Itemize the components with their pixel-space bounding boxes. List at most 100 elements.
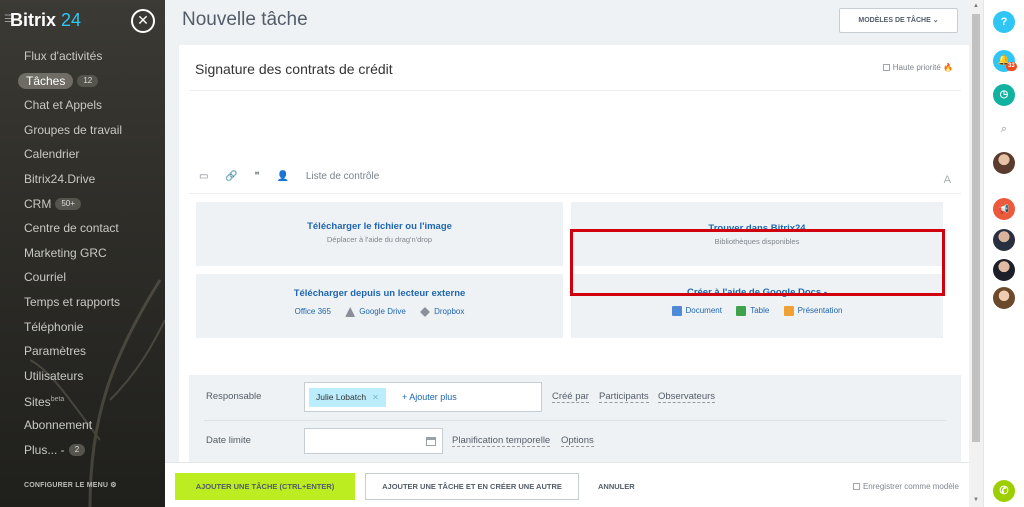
- sidebar-item[interactable]: Temps et rapports: [0, 290, 165, 315]
- deadline-label: Date limite: [206, 435, 251, 446]
- task-title-input[interactable]: Signature des contrats de crédit: [195, 61, 393, 77]
- quote-icon[interactable]: ❞: [254, 171, 259, 182]
- divider: [189, 193, 961, 194]
- count-badge: 2: [68, 444, 86, 457]
- sidebar-item[interactable]: Plus... -2: [0, 438, 165, 463]
- remove-icon[interactable]: ✕: [372, 393, 379, 402]
- close-slider-button[interactable]: ✕: [131, 9, 155, 33]
- observers-link[interactable]: Observateurs: [658, 391, 716, 403]
- cancel-button[interactable]: ANNULER: [598, 482, 635, 491]
- office365-link[interactable]: Office 365: [295, 307, 331, 316]
- task-properties-form: Responsable Julie Lobatch ✕ + Ajouter plu…: [189, 375, 961, 465]
- file-icon[interactable]: ▭: [199, 171, 208, 182]
- action-footer: AJOUTER UNE TÂCHE (CTRL+ENTER) AJOUTER U…: [165, 462, 983, 507]
- sidebar-item[interactable]: Calendrier: [0, 142, 165, 167]
- right-rail: ? 🔔 33 ◷ ⌕ 📢 ✆: [983, 0, 1024, 507]
- sidebar-item[interactable]: Utilisateurs: [0, 364, 165, 389]
- notification-count-badge: 33: [1006, 62, 1017, 71]
- sidebar-item[interactable]: Centre de contact: [0, 216, 165, 241]
- scrollbar[interactable]: ▲ ▼: [969, 0, 983, 507]
- count-badge: 12: [77, 75, 99, 88]
- google-drive-icon: [345, 307, 356, 317]
- divider: [189, 90, 961, 91]
- avatar[interactable]: [993, 287, 1015, 309]
- phone-icon[interactable]: ✆: [993, 480, 1015, 502]
- flame-icon: 🔥: [943, 63, 953, 72]
- link-icon[interactable]: 🔗: [225, 171, 237, 182]
- sidebar-menu: Flux d'activités Tâches 12 Chat et Appels Gr…: [0, 44, 165, 462]
- configure-menu-link[interactable]: CONFIGURER LE MENU ⚙: [24, 481, 117, 489]
- sidebar-item-label: Marketing GRC: [24, 245, 107, 260]
- scroll-down-arrow-icon[interactable]: ▼: [973, 497, 979, 503]
- count-badge: 50+: [55, 198, 81, 211]
- avatar[interactable]: [993, 259, 1015, 281]
- avatar[interactable]: [993, 229, 1015, 251]
- clock-icon[interactable]: ◷: [993, 84, 1015, 106]
- task-editor: Nouvelle tâche MODÈLES DE TÂCHE ⌄ Signat…: [165, 0, 983, 507]
- high-priority-checkbox[interactable]: Haute priorité 🔥: [882, 63, 953, 72]
- deadline-input[interactable]: [304, 428, 443, 454]
- sidebar-item-label: Courriel: [24, 270, 67, 285]
- gear-icon: ⚙: [110, 482, 117, 489]
- megaphone-icon[interactable]: 📢: [993, 198, 1015, 220]
- sidebar-item-label: Calendrier: [24, 147, 80, 162]
- sidebar-item[interactable]: Sitesbeta: [0, 388, 165, 413]
- external-drive-title[interactable]: Télécharger depuis un lecteur externe: [196, 288, 563, 299]
- google-document-link[interactable]: Document: [671, 306, 722, 316]
- sidebar-item-label: Téléphonie: [24, 319, 84, 334]
- help-button[interactable]: ?: [993, 11, 1015, 33]
- sidebar-item-label: CRM: [24, 196, 52, 211]
- avatar[interactable]: [993, 152, 1015, 174]
- sidebar-item-label: Tâches: [18, 72, 74, 89]
- sidebar-item[interactable]: Courriel: [0, 265, 165, 290]
- sidebar-item[interactable]: Marketing GRC: [0, 241, 165, 266]
- sidebar-item[interactable]: Groupes de travail: [0, 118, 165, 143]
- sidebar-item-label: Groupes de travail: [24, 122, 123, 137]
- mention-user-icon[interactable]: 👤: [277, 171, 289, 182]
- sidebar-item-label: Chat et Appels: [24, 98, 103, 113]
- beta-tag: beta: [50, 396, 65, 404]
- editor-toolbar: ▭ 🔗 ❞ 👤 Liste de contrôle A: [199, 171, 951, 189]
- add-more-link[interactable]: + Ajouter plus: [402, 388, 457, 407]
- dropbox-link[interactable]: Dropbox: [420, 307, 464, 317]
- sidebar-item-label: Plus... -: [24, 442, 65, 457]
- sidebar-item[interactable]: Paramètres: [0, 339, 165, 364]
- app-logo[interactable]: Bitrix 24: [10, 10, 81, 31]
- options-link[interactable]: Options: [561, 435, 594, 447]
- time-planning-link[interactable]: Planification temporelle: [452, 435, 551, 447]
- calendar-icon[interactable]: [426, 437, 436, 446]
- participants-link[interactable]: Participants: [599, 391, 649, 403]
- sidebar-item-label: Temps et rapports: [24, 294, 121, 309]
- text-format-button[interactable]: A: [944, 174, 951, 186]
- dropbox-icon: [420, 307, 431, 317]
- sidebar-item[interactable]: Chat et Appels: [0, 93, 165, 118]
- left-sidebar: ☰ Bitrix 24 Flux d'activités Tâches 12 Chat…: [0, 0, 165, 507]
- google-presentation-link[interactable]: Présentation: [783, 306, 842, 316]
- sidebar-item-label: Centre de contact: [24, 221, 119, 236]
- scroll-up-arrow-icon[interactable]: ▲: [973, 3, 979, 9]
- scrollbar-thumb[interactable]: [972, 14, 980, 442]
- sidebar-item[interactable]: Tâches 12: [0, 69, 165, 94]
- upload-file-title[interactable]: Télécharger le fichier ou l'image: [196, 221, 563, 232]
- created-by-link[interactable]: Créé par: [552, 391, 589, 403]
- add-task-button[interactable]: AJOUTER UNE TÂCHE (CTRL+ENTER): [175, 473, 355, 500]
- responsible-user-chip[interactable]: Julie Lobatch ✕: [309, 388, 386, 407]
- task-templates-button[interactable]: MODÈLES DE TÂCHE ⌄: [839, 8, 958, 33]
- upload-file-block[interactable]: Télécharger le fichier ou l'image Déplac…: [196, 202, 563, 266]
- sidebar-item-label: Abonnement: [24, 417, 93, 432]
- search-icon[interactable]: ⌕: [993, 118, 1015, 140]
- sidebar-item[interactable]: Téléphonie: [0, 315, 165, 340]
- presentation-icon: [783, 306, 794, 316]
- sidebar-item-label: Bitrix24.Drive: [24, 171, 96, 186]
- responsible-field[interactable]: Julie Lobatch ✕ + Ajouter plus: [304, 382, 542, 412]
- add-and-create-another-button[interactable]: AJOUTER UNE TÂCHE ET EN CRÉER UNE AUTRE: [365, 473, 579, 500]
- save-as-template-checkbox[interactable]: Enregistrer comme modèle: [852, 482, 959, 491]
- sidebar-item[interactable]: Flux d'activités: [0, 44, 165, 69]
- google-table-link[interactable]: Table: [736, 306, 769, 316]
- sidebar-item[interactable]: Bitrix24.Drive: [0, 167, 165, 192]
- checklist-button[interactable]: Liste de contrôle: [306, 171, 379, 182]
- google-drive-link[interactable]: Google Drive: [345, 307, 406, 317]
- sidebar-item[interactable]: Abonnement: [0, 413, 165, 438]
- sidebar-item[interactable]: CRM 50+: [0, 192, 165, 217]
- close-icon: ✕: [137, 12, 149, 28]
